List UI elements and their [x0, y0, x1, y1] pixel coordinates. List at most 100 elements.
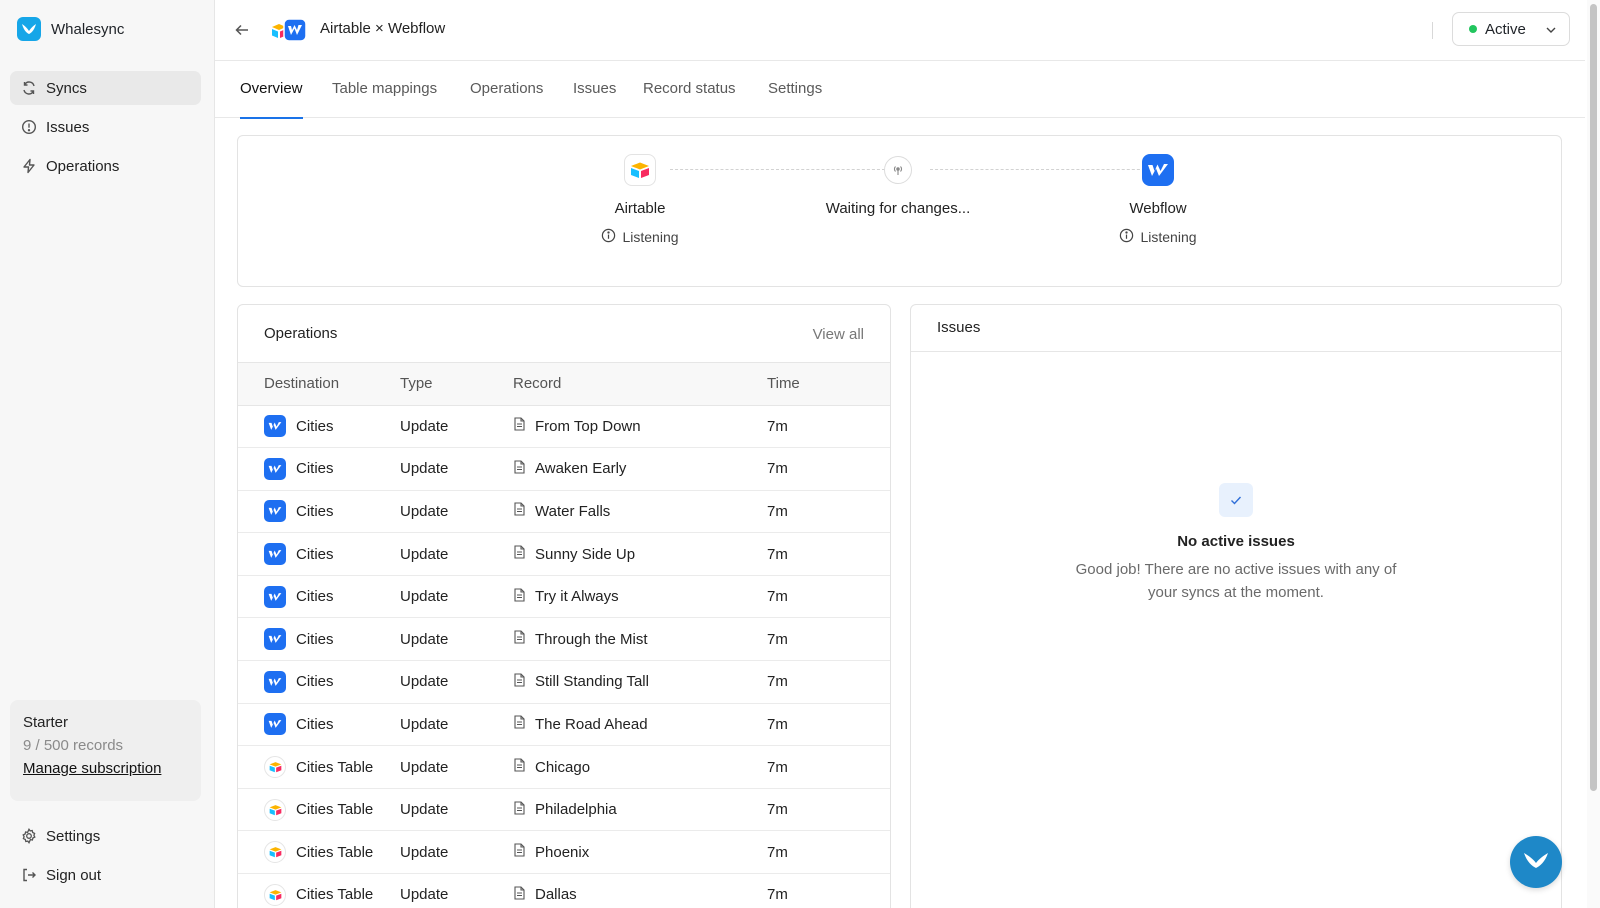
time-cell: 7m	[767, 575, 890, 619]
brand[interactable]: Whalesync	[17, 17, 124, 41]
status-dropdown[interactable]: Active	[1452, 12, 1570, 46]
page-scrollbar[interactable]	[1587, 0, 1600, 908]
airtable-icon	[264, 841, 286, 864]
type-cell: Update	[400, 575, 513, 619]
sidebar-item-operations[interactable]: Operations	[10, 149, 201, 183]
source-status[interactable]: Listening	[560, 228, 720, 246]
tab-issues[interactable]: Issues	[573, 80, 616, 118]
empty-state-description: Good job! There are no active issues wit…	[1075, 561, 1397, 601]
sidebar-item-syncs[interactable]: Syncs	[10, 71, 201, 105]
tab-record-status[interactable]: Record status	[643, 80, 736, 118]
record-name[interactable]: Awaken Early	[535, 460, 626, 477]
time-cell: 7m	[767, 490, 890, 534]
table-row[interactable]: Cities Table Update Phoenix 7m	[238, 830, 890, 875]
destination-name: Cities Table	[296, 801, 374, 819]
type-cell: Update	[400, 788, 513, 832]
table-row[interactable]: Cities Update Still Standing Tall 7m	[238, 660, 890, 704]
page-header: Airtable × Webflow Active	[215, 0, 1585, 61]
sign-out-icon	[21, 867, 37, 883]
time-cell: 7m	[767, 788, 890, 832]
operations-table-body: Cities Update From Top Down 7m Cities Update A…	[238, 405, 890, 908]
record-cell: Dallas	[513, 873, 767, 908]
record-name[interactable]: Water Falls	[535, 503, 610, 520]
sidebar-item-issues[interactable]: Issues	[10, 110, 201, 144]
table-row[interactable]: Cities Table Update Dallas 7m	[238, 873, 890, 908]
record-name[interactable]: The Road Ahead	[535, 716, 648, 733]
webflow-icon	[264, 415, 286, 438]
info-icon	[1119, 228, 1134, 246]
column-header-destination[interactable]: Destination	[238, 363, 400, 406]
sidebar-item-settings[interactable]: Settings	[10, 819, 201, 853]
flow-status-label: Waiting for changes...	[825, 200, 971, 217]
record-name[interactable]: Phoenix	[535, 844, 589, 861]
table-header-row: Destination Type Record Time	[238, 363, 890, 406]
gear-icon	[21, 828, 37, 844]
record-name[interactable]: From Top Down	[535, 418, 641, 435]
operations-card-header: Operations View all	[238, 305, 890, 363]
destination-name: Cities	[296, 630, 334, 648]
record-name[interactable]: Try it Always	[535, 588, 619, 605]
manage-subscription-link[interactable]: Manage subscription	[23, 760, 161, 777]
status-label: Active	[1485, 20, 1526, 38]
record-cell: Sunny Side Up	[513, 532, 767, 576]
document-icon	[513, 758, 526, 776]
tab-settings[interactable]: Settings	[768, 80, 822, 118]
document-icon	[513, 545, 526, 563]
plan-name: Starter	[23, 714, 69, 731]
column-header-time[interactable]: Time	[767, 363, 890, 406]
sidebar-bottom-nav: Settings Sign out	[10, 819, 201, 897]
record-name[interactable]: Still Standing Tall	[535, 673, 649, 690]
record-cell: Chicago	[513, 745, 767, 789]
sidebar-item-label: Operations	[46, 157, 120, 175]
tab-bar: Overview Table mappings Operations Issue…	[215, 61, 1585, 119]
record-name[interactable]: Chicago	[535, 759, 590, 776]
record-name[interactable]: Sunny Side Up	[535, 546, 635, 563]
table-row[interactable]: Cities Update From Top Down 7m	[238, 405, 890, 449]
tab-operations[interactable]: Operations	[470, 80, 543, 118]
document-icon	[513, 460, 526, 478]
table-row[interactable]: Cities Update Water Falls 7m	[238, 490, 890, 534]
table-row[interactable]: Cities Update The Road Ahead 7m	[238, 703, 890, 747]
record-name[interactable]: Through the Mist	[535, 631, 648, 648]
destination-name: Cities	[296, 502, 334, 520]
view-all-link[interactable]: View all	[813, 326, 864, 343]
destination-name: Cities	[296, 715, 334, 733]
table-row[interactable]: Cities Update Through the Mist 7m	[238, 617, 890, 662]
sidebar-item-sign-out[interactable]: Sign out	[10, 858, 201, 892]
destination-name: Webflow	[1129, 200, 1187, 217]
tab-overview[interactable]: Overview	[240, 80, 303, 119]
destination-cell: Cities	[238, 660, 400, 704]
record-cell: Through the Mist	[513, 617, 767, 662]
header-divider	[1432, 22, 1433, 39]
broadcast-icon	[884, 156, 912, 184]
time-cell: 7m	[767, 405, 890, 449]
table-row[interactable]: Cities Table Update Chicago 7m	[238, 745, 890, 789]
tab-table-mappings[interactable]: Table mappings	[332, 80, 437, 118]
time-cell: 7m	[767, 617, 890, 662]
operations-table: Destination Type Record Time Cities Updat…	[238, 363, 890, 908]
column-header-type[interactable]: Type	[400, 363, 513, 406]
document-icon	[513, 715, 526, 733]
table-row[interactable]: Cities Update Sunny Side Up 7m	[238, 532, 890, 576]
record-name[interactable]: Philadelphia	[535, 801, 617, 818]
webflow-icon	[264, 457, 286, 480]
destination-cell: Cities Table	[238, 788, 400, 832]
type-cell: Update	[400, 830, 513, 875]
table-row[interactable]: Cities Update Awaken Early 7m	[238, 447, 890, 491]
scrollbar-thumb[interactable]	[1590, 4, 1597, 791]
back-arrow-icon[interactable]	[231, 19, 253, 41]
plan-box: Starter 9 / 500 records Manage subscript…	[10, 700, 201, 801]
support-chat-button[interactable]	[1510, 836, 1562, 888]
type-cell: Update	[400, 405, 513, 449]
document-icon	[513, 630, 526, 648]
document-icon	[513, 843, 526, 861]
column-header-record[interactable]: Record	[513, 363, 767, 406]
table-row[interactable]: Cities Update Try it Always 7m	[238, 575, 890, 619]
table-row[interactable]: Cities Table Update Philadelphia 7m	[238, 788, 890, 832]
destination-name: Cities Table	[296, 758, 374, 776]
record-name[interactable]: Dallas	[535, 886, 577, 903]
record-cell: From Top Down	[513, 405, 767, 449]
destination-status[interactable]: Listening	[1078, 228, 1238, 246]
record-cell: Water Falls	[513, 490, 767, 534]
airtable-icon	[264, 798, 286, 821]
